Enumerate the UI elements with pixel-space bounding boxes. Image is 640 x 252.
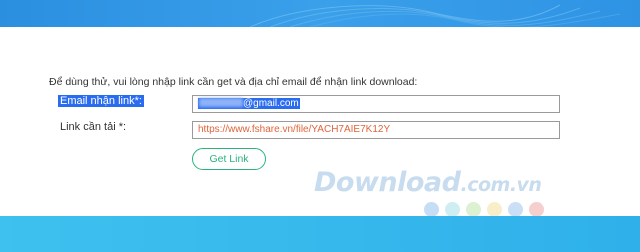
watermark-domain: .com.vn <box>460 174 542 196</box>
instruction-text: Để dùng thử, vui lòng nhập link cần get … <box>49 76 418 88</box>
watermark-dot <box>529 202 544 217</box>
email-field[interactable]: @gmail.com <box>192 95 560 113</box>
watermark-dot <box>424 202 439 217</box>
watermark-dot <box>466 202 481 217</box>
download-watermark-logo: Download.com.vn <box>314 167 542 198</box>
bottom-banner <box>0 216 640 252</box>
link-label: Link cần tải *: <box>60 121 127 133</box>
watermark-dot <box>508 202 523 217</box>
watermark-dot <box>445 202 460 217</box>
watermark-dots <box>424 202 544 217</box>
top-banner <box>0 0 640 27</box>
banner-wave-decoration <box>249 4 621 27</box>
watermark-dot <box>487 202 502 217</box>
email-value: @gmail.com <box>198 98 300 109</box>
email-suffix: @gmail.com <box>243 98 299 109</box>
redacted-email-username <box>199 98 243 107</box>
get-link-button[interactable]: Get Link <box>192 148 266 170</box>
watermark-brand: Download <box>314 167 461 198</box>
link-field[interactable]: https://www.fshare.vn/file/YACH7AIE7K12Y <box>192 121 560 139</box>
email-label: Email nhận link*: <box>58 95 144 107</box>
